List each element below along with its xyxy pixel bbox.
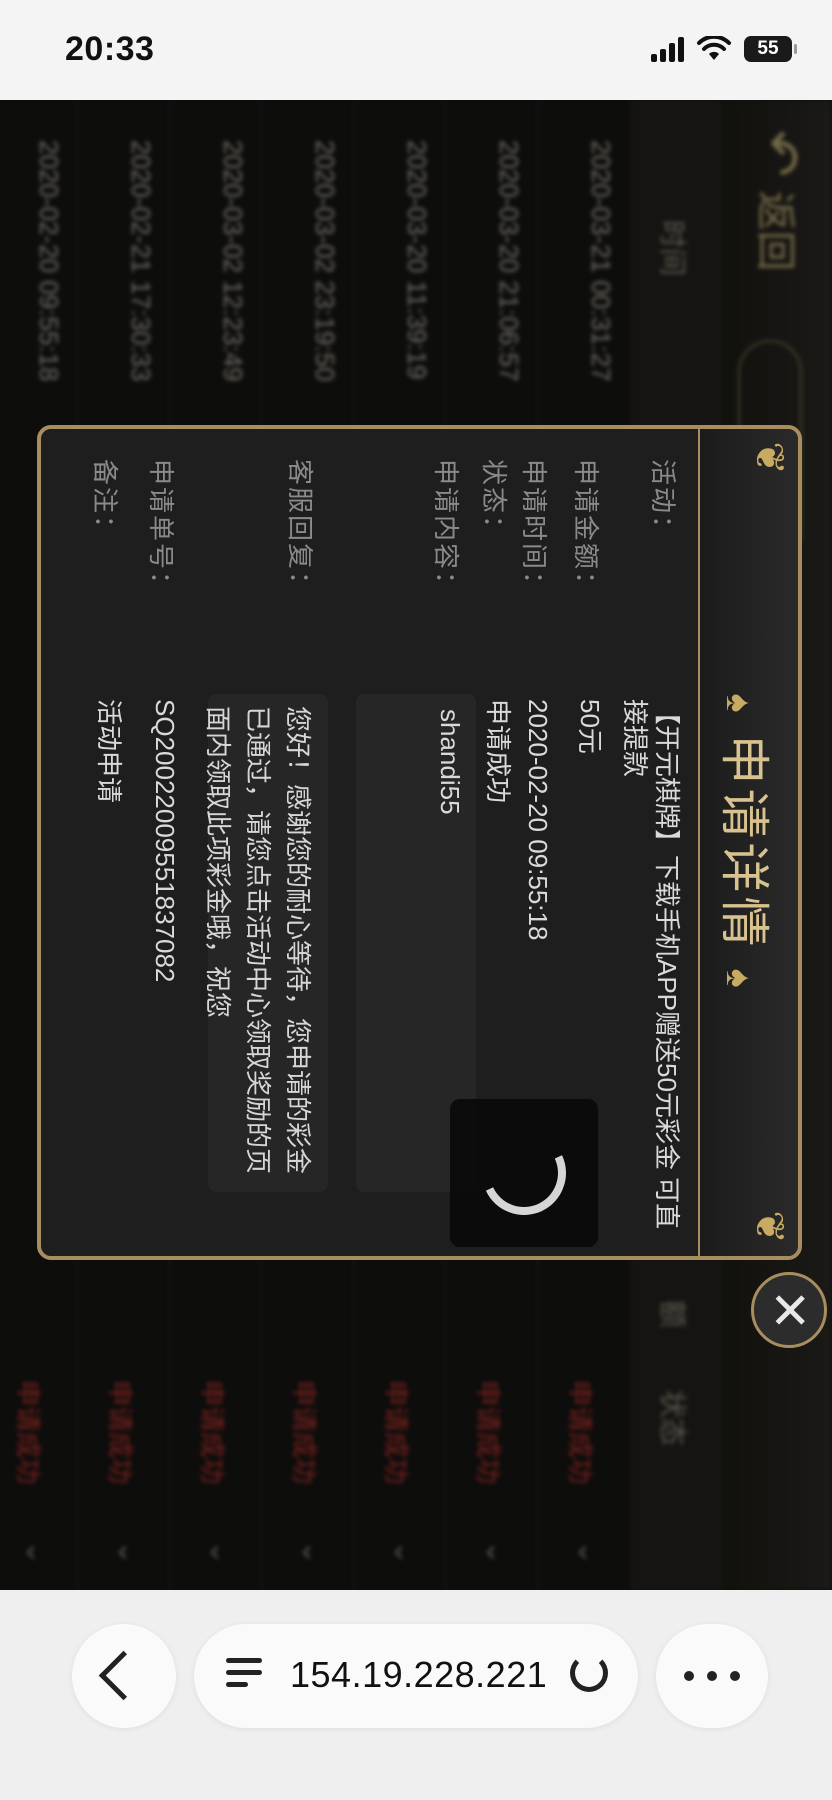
return-arrow-icon: ↶ <box>748 130 811 177</box>
back-label: 返回 <box>753 190 797 271</box>
detail-dialog: ❦ ♠申请详情♠ ❦ 活动： 【开元棋牌】下载手机APP赠送50元彩金 可直接提… <box>37 425 802 1260</box>
more-icon <box>684 1671 740 1681</box>
row-status: 申请成功 <box>13 1380 43 1485</box>
back-icon <box>98 1650 149 1701</box>
chevron-down-icon: ⌄ <box>480 1540 513 1566</box>
dialog-title: ♠申请详情♠ <box>716 693 772 992</box>
signal-icon <box>651 36 684 62</box>
chevron-down-icon: ⌄ <box>572 1540 605 1566</box>
more-button[interactable] <box>656 1624 768 1728</box>
url-text[interactable]: 154.19.228.221 <box>290 1654 547 1696</box>
spinner-icon <box>470 1119 578 1227</box>
reply-value: 您好！感谢您的耐心等待，您申请的彩金已通过，请您点击活动中心领取奖励的页面内领取… <box>203 694 328 1192</box>
chevron-down-icon: ⌄ <box>388 1540 421 1566</box>
time-value: 2020-02-20 09:55:18 <box>523 699 553 941</box>
remark-value: 活动申请 <box>94 699 124 804</box>
ornament-icon: ❦ <box>747 1210 791 1244</box>
row-status: 申请成功 <box>473 1380 503 1485</box>
row-time: 2020-03-02 23:19:50 <box>310 140 340 382</box>
header-status: 状态 <box>657 1390 688 1447</box>
status-icons: 55 <box>651 36 797 62</box>
status-value: 申请成功 <box>483 699 513 804</box>
browser-toolbar: 154.19.228.221 <box>0 1590 832 1800</box>
battery-icon: 55 <box>744 36 797 62</box>
spade-icon: ♠ <box>719 693 760 717</box>
amount-value: 50元 <box>575 699 605 754</box>
tabs-icon[interactable] <box>226 1656 262 1696</box>
chevron-down-icon: ⌄ <box>20 1540 53 1566</box>
row-time: 2020-02-20 09:55:18 <box>34 140 64 382</box>
activity-value: 【开元棋牌】下载手机APP赠送50元彩金 可直接提款 <box>620 699 682 1230</box>
chevron-down-icon: ⌄ <box>296 1540 329 1566</box>
row-status: 申请成功 <box>565 1380 595 1485</box>
row-time: 2020-03-20 21:06:57 <box>494 140 524 382</box>
wifi-icon <box>697 36 731 60</box>
browser-back-button[interactable] <box>72 1624 176 1728</box>
back-link[interactable]: ↶ 返回 <box>746 130 812 271</box>
spade-icon: ♠ <box>719 968 760 992</box>
row-time: 2020-02-21 17:30:33 <box>126 140 156 382</box>
close-icon: ✕ <box>761 1289 817 1331</box>
header-amount: 额 <box>657 1300 688 1329</box>
reload-icon[interactable] <box>570 1654 608 1692</box>
web-viewport: ↶ 返回 时间 额 状态 2020-03-21 00:31:27 申请成功 ⌄ … <box>0 100 832 1590</box>
row-time: 2020-03-02 12:23:49 <box>218 140 248 382</box>
close-button[interactable]: ✕ <box>751 1272 827 1348</box>
row-status: 申请成功 <box>105 1380 135 1485</box>
row-time: 2020-03-20 11:39:19 <box>402 140 432 380</box>
content-value: shandi55 <box>435 709 465 815</box>
header-time: 时间 <box>657 220 688 277</box>
status-bar: 20:33 55 <box>0 0 832 100</box>
rotated-page: ↶ 返回 时间 额 状态 2020-03-21 00:31:27 申请成功 ⌄ … <box>0 100 832 1590</box>
status-time: 20:33 <box>65 30 155 68</box>
row-time: 2020-03-21 00:31:27 <box>586 140 616 382</box>
loading-overlay <box>450 1099 598 1247</box>
address-bar[interactable]: 154.19.228.221 <box>194 1624 638 1728</box>
chevron-down-icon: ⌄ <box>112 1540 145 1566</box>
order-value: SQ2002200955183708​2 <box>150 699 180 983</box>
row-status: 申请成功 <box>381 1380 411 1485</box>
row-status: 申请成功 <box>289 1380 319 1485</box>
row-status: 申请成功 <box>197 1380 227 1485</box>
dialog-header: ❦ ♠申请详情♠ ❦ <box>698 429 798 1256</box>
chevron-down-icon: ⌄ <box>204 1540 237 1566</box>
